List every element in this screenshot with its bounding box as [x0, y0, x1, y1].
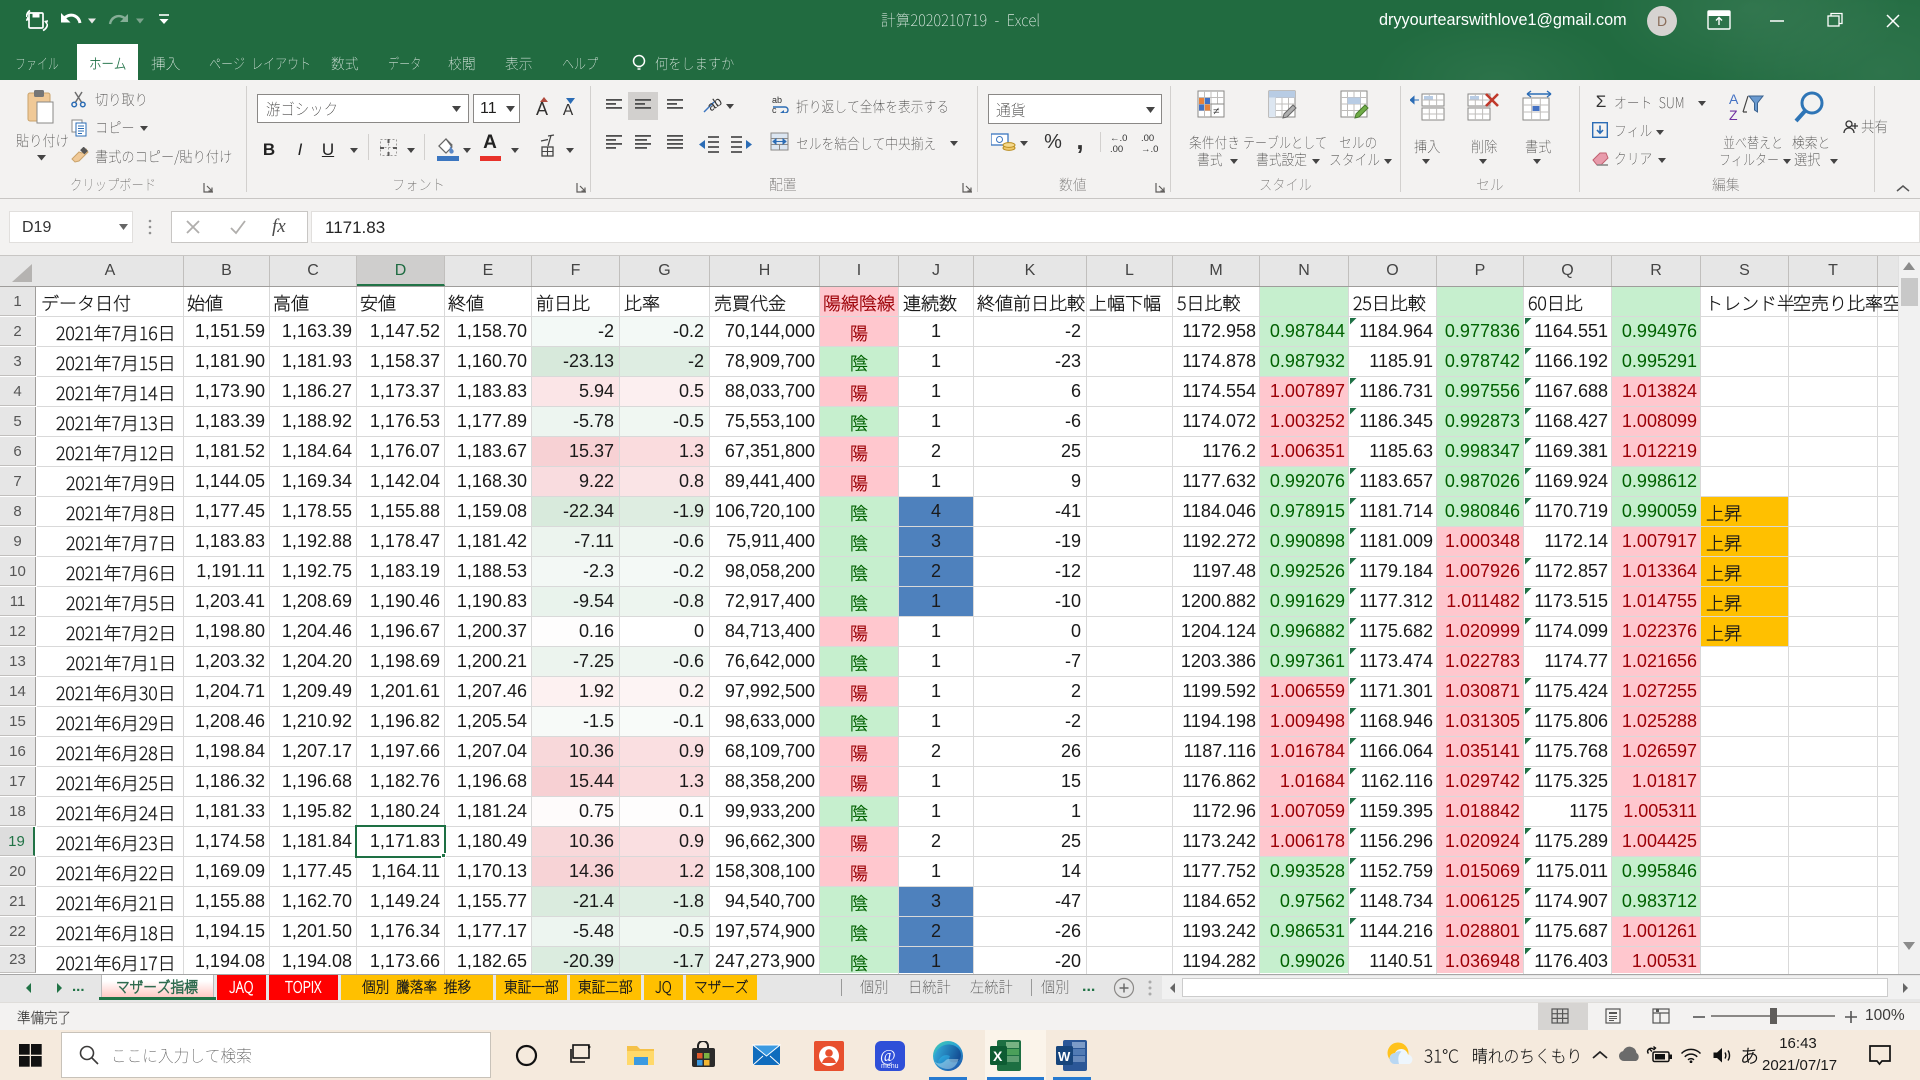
svg-text:W: W — [1058, 1049, 1071, 1064]
svg-text:A: A — [1729, 91, 1739, 107]
svg-text:c: c — [772, 105, 777, 113]
svg-text:≠: ≠ — [1213, 104, 1220, 118]
svg-text:menu: menu — [881, 1063, 899, 1070]
svg-text:ab: ab — [772, 95, 782, 105]
svg-text:←.0: ←.0 — [1110, 133, 1127, 144]
svg-text:Z: Z — [1729, 107, 1738, 123]
svg-text:.00: .00 — [1141, 133, 1154, 144]
svg-text:X: X — [993, 1048, 1003, 1064]
svg-text:→.0: →.0 — [1141, 144, 1158, 154]
svg-text:ab: ab — [704, 94, 724, 114]
svg-text:.00: .00 — [1110, 144, 1123, 154]
